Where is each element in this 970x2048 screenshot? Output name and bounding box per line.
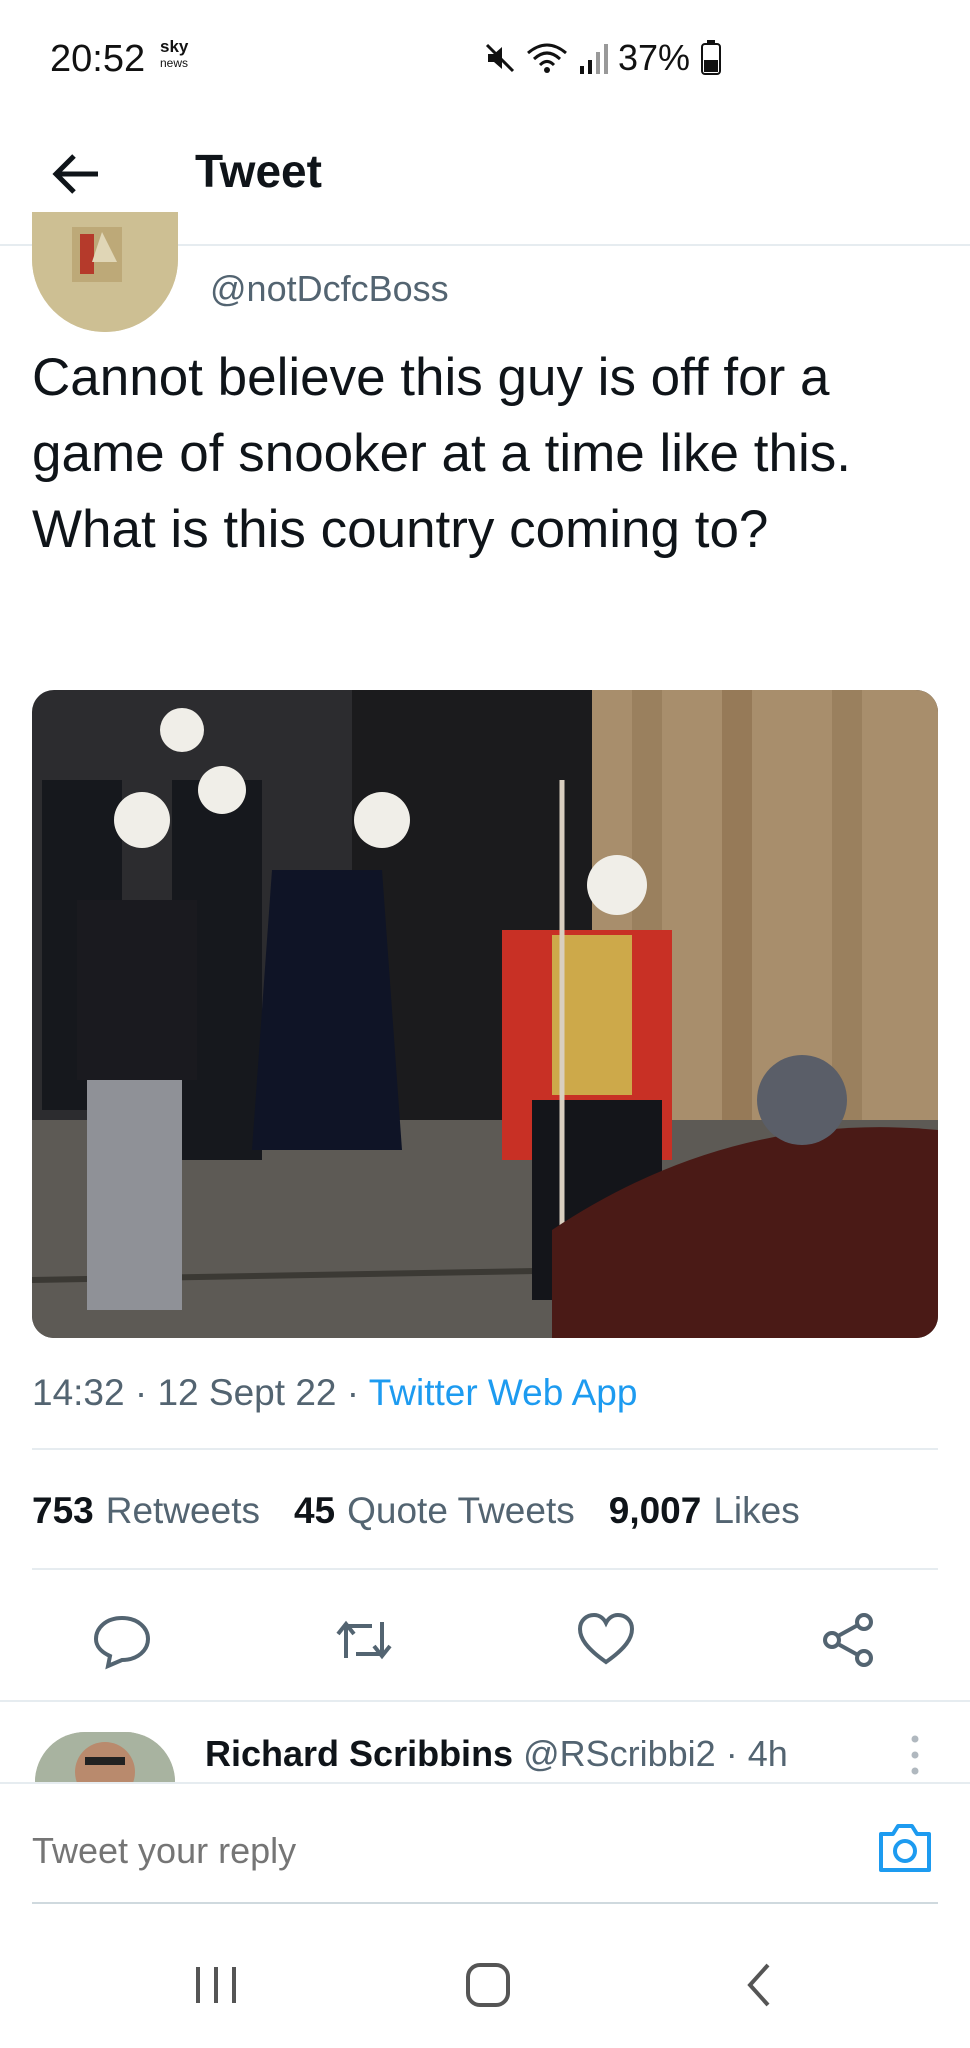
- tweet-photo[interactable]: [32, 690, 938, 1338]
- reply-author-avatar[interactable]: [35, 1732, 175, 1782]
- tweet-time: 14:32: [32, 1372, 125, 1413]
- likes-stat[interactable]: 9,007 Likes: [609, 1490, 800, 1532]
- retweets-label: Retweets: [105, 1490, 260, 1531]
- share-icon[interactable]: [816, 1608, 880, 1672]
- mute-icon: [485, 43, 515, 73]
- quotes-label: Quote Tweets: [347, 1490, 575, 1531]
- retweets-count: 753: [32, 1490, 94, 1531]
- reply-icon[interactable]: [90, 1608, 154, 1672]
- retweets-stat[interactable]: 753 Retweets: [32, 1490, 260, 1532]
- like-icon[interactable]: [574, 1608, 638, 1672]
- author-avatar[interactable]: [32, 212, 178, 332]
- quotes-count: 45: [293, 1490, 336, 1531]
- wifi-icon: [527, 43, 567, 73]
- divider: [32, 1568, 938, 1570]
- tweet-metadata: 14:32 · 12 Sept 22 · Twitter Web App: [32, 1372, 638, 1413]
- status-bar: 20:52 sky news 37%: [0, 0, 970, 110]
- reply-author-name: Richard Scribbins: [205, 1733, 514, 1774]
- tweet-source-link[interactable]: Twitter Web App: [369, 1372, 638, 1413]
- sky-news-notification-icon: sky news: [160, 38, 188, 72]
- reply-age: 4h: [747, 1733, 788, 1774]
- more-options-icon[interactable]: [910, 1733, 920, 1777]
- likes-count: 9,007: [608, 1490, 702, 1531]
- status-time: 20:52: [50, 38, 146, 80]
- battery-icon: [701, 40, 722, 75]
- page-title: Tweet: [195, 145, 322, 197]
- back-arrow-icon[interactable]: [48, 144, 108, 204]
- composer-divider: [0, 1782, 970, 1784]
- camera-icon[interactable]: [875, 1820, 935, 1876]
- tweet-date: 12 Sept 22: [157, 1372, 337, 1413]
- tweet-stats: 753 Retweets 45 Quote Tweets 9,007 Likes: [32, 1490, 800, 1532]
- nav-back-icon[interactable]: [730, 1955, 790, 2015]
- author-handle[interactable]: @notDcfcBoss: [210, 268, 449, 310]
- divider: [0, 1700, 970, 1702]
- notif-sub: news: [160, 56, 189, 70]
- signal-icon: [580, 44, 608, 74]
- divider: [32, 1448, 938, 1450]
- status-icons: 37%: [484, 37, 722, 78]
- reply-author-handle: @RScribbi2: [523, 1733, 716, 1774]
- likes-label: Likes: [713, 1490, 800, 1531]
- retweet-icon[interactable]: [332, 1608, 396, 1672]
- reply-input[interactable]: [32, 1830, 632, 1872]
- quotes-stat[interactable]: 45 Quote Tweets: [294, 1490, 575, 1532]
- tweet-text: Cannot believe this guy is off for a gam…: [32, 348, 851, 559]
- home-icon[interactable]: [458, 1955, 518, 2015]
- battery-percent: 37%: [618, 37, 691, 78]
- recent-apps-icon[interactable]: [186, 1955, 246, 2015]
- notif-brand: sky: [160, 37, 189, 56]
- composer-underline: [32, 1902, 938, 1904]
- reply-header[interactable]: Richard Scribbins @RScribbi2 · 4h: [205, 1733, 788, 1775]
